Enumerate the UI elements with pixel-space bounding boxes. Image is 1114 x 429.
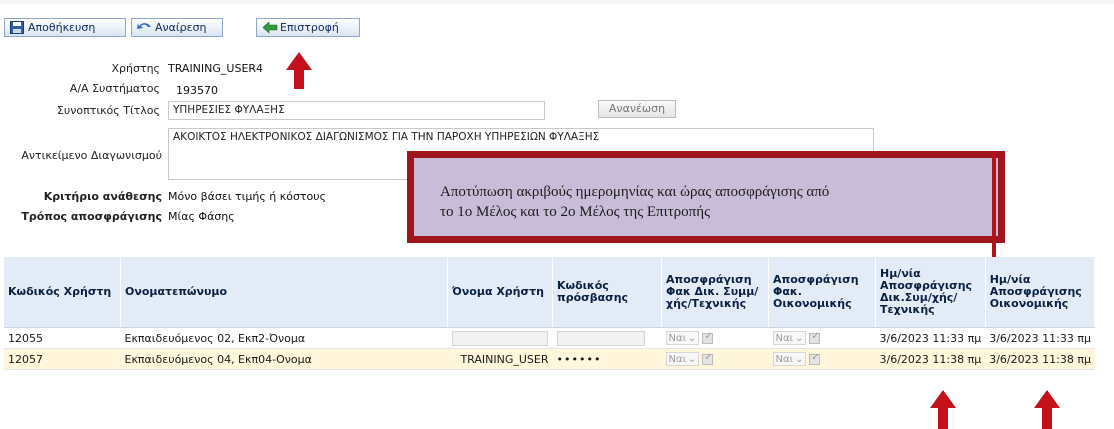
tech-unseal-select[interactable]: Ναι ⌄ (665, 331, 700, 345)
chevron-down-icon: ⌄ (794, 332, 804, 344)
back-button[interactable]: Επιστροφή (256, 18, 360, 37)
undo-icon (137, 21, 151, 34)
callout-text: Αποτύπωση ακριβούς ημερομηνίας και ώρας … (440, 182, 990, 222)
chevron-down-icon: ⌄ (687, 332, 697, 344)
col-header-user-code: Κωδικός Χρήστη (4, 257, 121, 328)
subject-label: Αντικείμενο Διαγωνισμού (21, 149, 162, 162)
refresh-button[interactable]: Ανανέωση (598, 100, 676, 118)
password-mask: •••••• (556, 352, 602, 366)
tech-unseal-select-value: Ναι (668, 353, 686, 365)
col-header-fin-date: Ημ/νία Αποσφράγισης Οικονομικής (985, 257, 1096, 328)
col-header-password: Κωδικός πρόσβασης (552, 257, 662, 328)
cell-fin-unseal[interactable]: Ναι ⌄ (768, 327, 876, 349)
fin-unseal-select-value: Ναι (775, 353, 793, 365)
cell-tech-date: 3/6/2023 11:33 πμ (875, 327, 986, 349)
fin-unseal-checkbox[interactable] (809, 331, 821, 344)
cell-tech-unseal[interactable]: Ναι ⌄ (661, 327, 769, 349)
table-row: 12057 Εκπαιδευόμενος 04, Εκπ04-Ονομα TRA… (4, 348, 1095, 370)
save-button-label: Αποθήκευση (28, 21, 96, 34)
unseal-mode-value: Μίας Φάσης (168, 210, 235, 223)
award-criterion-label: Κριτήριο ανάθεσης (43, 190, 162, 203)
undo-button[interactable]: Αναίρεση (131, 18, 223, 37)
password-field[interactable] (556, 330, 645, 346)
back-arrow-icon (262, 21, 278, 34)
annotation-callout: Αποτύπωση ακριβούς ημερομηνίας και ώρας … (407, 151, 1005, 243)
table-row: 12055 Εκπαιδευόμενος 02, Εκπ2-Όνομα Ναι ⌄… (4, 327, 1095, 349)
col-header-tech-date: Ημ/νία Αποσφράγισης Δικ.Συμ/χής/ Τεχνική… (875, 257, 986, 328)
cell-username: TRAINING_USER (447, 348, 553, 370)
tech-unseal-checkbox[interactable] (702, 352, 714, 365)
user-value: TRAINING_USER4 (168, 62, 264, 75)
committee-table: Κωδικός Χρήστη Ονοματεπώνυμο Όνομα Χρήστ… (4, 257, 1096, 370)
floppy-disk-icon (10, 21, 24, 34)
col-header-username: Όνομα Χρήστη (447, 257, 553, 328)
fin-unseal-select[interactable]: Ναι ⌄ (772, 352, 807, 366)
col-header-tech-unseal: Αποσφράγιση Φακ Δικ. Συμμ/ χής/Τεχνικής (661, 257, 769, 328)
cell-password: •••••• (552, 348, 662, 370)
chevron-down-icon: ⌄ (687, 353, 697, 365)
short-title-field[interactable]: ΥΠΗΡΕΣΙΕΣ ΦΥΛΑΞΗΣ (168, 101, 545, 120)
back-button-label: Επιστροφή (280, 21, 339, 34)
table-header-row: Κωδικός Χρήστη Ονοματεπώνυμο Όνομα Χρήστ… (4, 257, 1096, 328)
fin-unseal-checkbox[interactable] (809, 352, 821, 365)
col-header-full-name: Ονοματεπώνυμο (120, 257, 448, 328)
cell-fin-date: 3/6/2023 11:38 πμ (985, 348, 1095, 370)
callout-line-1: Αποτύπωση ακριβούς ημερομηνίας και ώρας … (440, 184, 830, 200)
cell-tech-date: 3/6/2023 11:38 πμ (875, 348, 986, 370)
tech-unseal-checkbox[interactable] (702, 331, 714, 344)
short-title-label: Συνοπτικός Τίτλος (56, 104, 160, 117)
cell-fin-unseal[interactable]: Ναι ⌄ (768, 348, 876, 370)
callout-line-2: το 1ο Μέλος και το 2ο Μέλος της Επιτροπή… (440, 204, 711, 220)
award-criterion-value: Μόνο βάσει τιμής ή κόστους (168, 190, 327, 203)
fin-unseal-select-value: Ναι (775, 332, 793, 344)
cell-password[interactable] (552, 327, 662, 349)
system-id-value: 193570 (176, 84, 218, 97)
cell-user-code: 12055 (4, 327, 121, 349)
cell-user-code: 12057 (4, 348, 121, 370)
cell-fin-date: 3/6/2023 11:33 πμ (985, 327, 1095, 349)
chevron-down-icon: ⌄ (794, 353, 804, 365)
top-divider (0, 0, 1114, 4)
cell-full-name: Εκπαιδευόμενος 04, Εκπ04-Ονομα (120, 348, 448, 370)
fin-unseal-select[interactable]: Ναι ⌄ (772, 331, 807, 345)
tech-unseal-select-value: Ναι (668, 332, 686, 344)
username-field[interactable] (451, 330, 548, 346)
col-header-fin-unseal: Αποσφράγιση Φακ. Οικονομικής (768, 257, 876, 328)
cell-tech-unseal[interactable]: Ναι ⌄ (661, 348, 769, 370)
unseal-mode-label: Τρόπος αποσφράγισης (21, 210, 162, 223)
system-id-label: Α/Α Συστήματος (69, 82, 160, 95)
save-button[interactable]: Αποθήκευση (4, 18, 126, 37)
cell-username[interactable] (447, 327, 553, 349)
tech-unseal-select[interactable]: Ναι ⌄ (665, 352, 700, 366)
user-label: Χρήστης (111, 62, 160, 75)
cell-full-name: Εκπαιδευόμενος 02, Εκπ2-Όνομα (120, 327, 448, 349)
undo-button-label: Αναίρεση (155, 21, 207, 34)
